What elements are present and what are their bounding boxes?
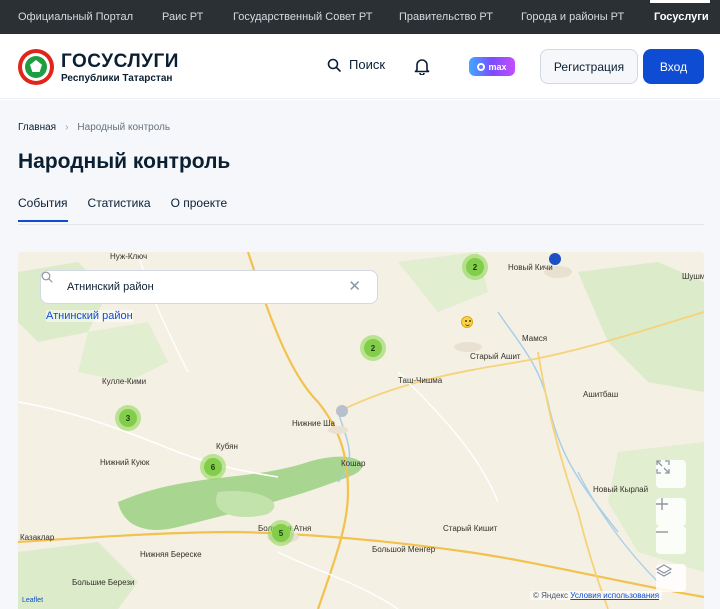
map-cluster-marker[interactable]: 2 [360,335,386,361]
gosuslugi-logo-icon[interactable] [18,49,54,85]
map-place-label: Таш-Чишма [398,376,443,385]
site-header: ГОСУСЛУГИ Республики Татарстан Поиск max… [0,34,720,99]
max-logo-icon [477,62,486,71]
terms-link[interactable]: Условия использования [570,591,659,600]
search-icon [327,58,341,72]
map-place-label: Кошар [341,459,366,468]
plus-icon [656,498,668,510]
smiley-marker-icon[interactable] [461,316,473,328]
map-place-label: Шушм [682,272,704,281]
topnav-official-portal[interactable]: Официальный Портал [18,11,133,23]
map-place-label: Нижние Ша [292,419,335,428]
max-messenger-button[interactable]: max [469,57,515,76]
map-place-label: Нижний Куюк [100,458,150,467]
minus-icon [656,531,668,533]
tab-about[interactable]: О проекте [171,196,228,222]
zoom-in-button[interactable] [656,498,686,526]
page-title: Народный контроль [18,150,231,173]
zoom-out-button[interactable] [656,526,686,554]
bell-icon[interactable] [414,58,430,75]
topnav-state-council[interactable]: Государственный Совет РТ [233,11,372,23]
search-icon [41,271,53,283]
topnav-active-indicator [650,0,710,3]
breadcrumb-current: Народный контроль [77,122,171,133]
map-search-input[interactable] [67,281,317,293]
map-cluster-marker[interactable]: 6 [200,454,226,480]
tabs: События Статистика О проекте [18,196,227,222]
map-place-label: Большой Менгер [372,545,436,554]
tabs-divider [18,224,704,225]
map-cluster-marker[interactable]: 2 [462,254,488,280]
expand-icon [656,460,670,474]
map-place-label: Нуж-Ключ [110,252,148,261]
yandex-attribution: © Яндекс Условия использования [530,591,663,600]
leaflet-attribution[interactable]: Leaflet [22,597,43,604]
map-background [18,252,704,609]
fullscreen-button[interactable] [656,460,686,488]
search-button[interactable]: Поиск [327,57,385,72]
map-place-label: Нижняя Береске [140,550,202,559]
map-place-label: Старый Кишит [443,524,498,533]
map-place-label: Большие Берези [72,578,135,587]
map-search-box[interactable]: ✕ [40,270,378,304]
topnav-gosuslugi[interactable]: Госуслуги [654,11,709,23]
map-place-label: Мамся [522,334,548,343]
search-label: Поиск [349,57,386,72]
breadcrumb-home-link[interactable]: Главная [18,122,56,133]
max-label: max [488,61,507,72]
layers-button[interactable] [656,564,686,592]
event-marker[interactable] [549,253,561,265]
map-place-label: Новый Кичи [508,263,553,272]
map-place-label: Казаклар [20,533,55,542]
topnav-government[interactable]: Правительство РТ [399,11,493,23]
tab-statistics[interactable]: Статистика [88,196,151,222]
breadcrumb-chevron-icon: › [65,122,69,133]
map-cluster-marker[interactable]: 3 [115,405,141,431]
tab-events[interactable]: События [18,196,68,222]
register-button[interactable]: Регистрация [540,49,638,84]
top-navigation-bar: Официальный Портал Раис РТ Государственн… [0,0,720,34]
map-place-label: Кулле-Кими [102,377,147,386]
topnav-rais[interactable]: Раис РТ [162,11,203,23]
map[interactable]: Нуж-Ключ Новый Кичи Шушм Мамся Старый Аш… [18,252,704,609]
map-place-label: Новый Кырлай [593,485,649,494]
brand-subtitle: Республики Татарстан [61,73,173,84]
yandex-copyright: © Яндекс [533,591,569,600]
login-button[interactable]: Вход [643,49,704,84]
clear-icon[interactable]: ✕ [348,279,361,294]
layers-icon [656,564,672,577]
map-place-label: Старый Ашит [470,352,521,361]
map-place-label: Кубян [216,442,238,451]
map-cluster-marker[interactable]: 5 [268,520,294,546]
event-marker[interactable] [336,405,348,417]
breadcrumb: Главная › Народный контроль [18,122,170,133]
map-place-label: Ашитбаш [583,390,619,399]
topnav-cities[interactable]: Города и районы РТ [521,11,624,23]
district-suggestion[interactable]: Атнинский район [46,310,133,322]
brand-title[interactable]: ГОСУСЛУГИ [61,51,179,73]
